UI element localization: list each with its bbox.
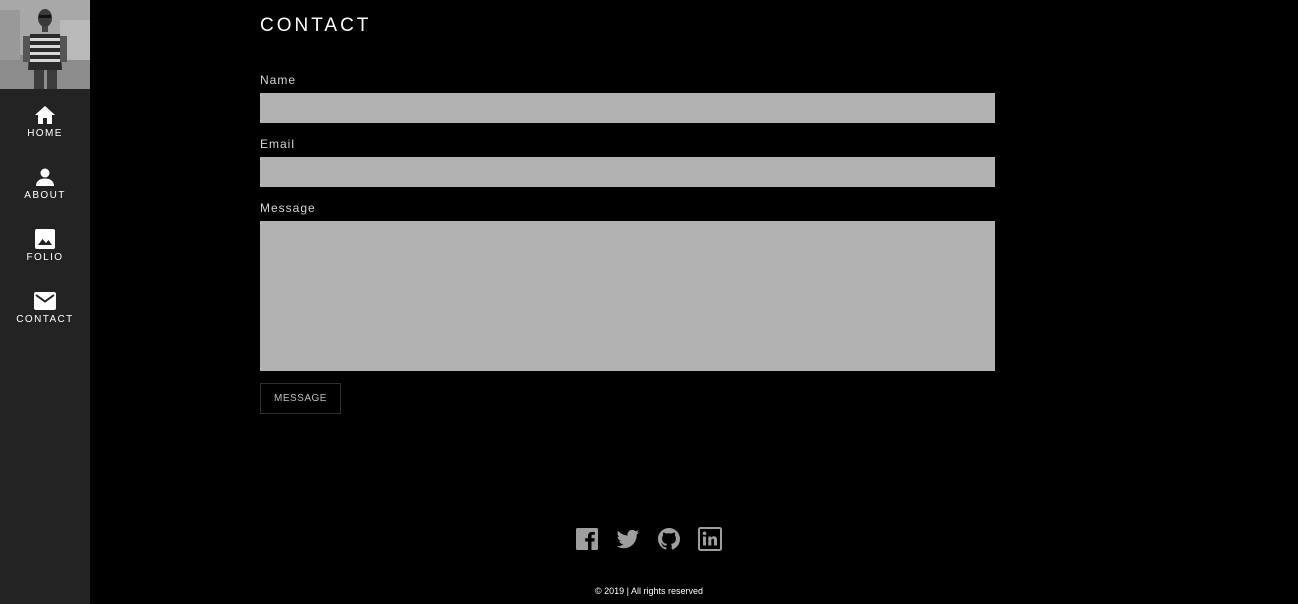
facebook-link[interactable]: [575, 527, 599, 551]
social-links: [575, 527, 722, 551]
image-icon: [35, 229, 55, 249]
name-input[interactable]: [260, 93, 995, 123]
nav-about[interactable]: ABOUT: [0, 165, 90, 201]
github-link[interactable]: [657, 527, 681, 551]
nav-home[interactable]: HOME: [0, 103, 90, 139]
email-label: Email: [260, 137, 296, 151]
message-textarea[interactable]: [260, 221, 995, 371]
message-label: Message: [260, 201, 316, 215]
avatar-photo: [0, 0, 90, 89]
facebook-icon: [576, 528, 598, 550]
twitter-link[interactable]: [616, 527, 640, 551]
nav-contact[interactable]: CONTACT: [0, 289, 90, 325]
sidebar: HOME ABOUT FOLIO CONTACT: [0, 0, 90, 604]
nav-folio[interactable]: FOLIO: [0, 227, 90, 263]
github-icon: [658, 528, 680, 550]
nav-contact-label: CONTACT: [16, 314, 74, 325]
avatar: [0, 0, 90, 89]
email-input[interactable]: [260, 157, 995, 187]
copyright-text: © 2019 | All rights reserved: [594, 586, 704, 596]
nav-about-label: ABOUT: [24, 190, 66, 201]
home-icon: [35, 106, 55, 124]
name-label: Name: [260, 73, 297, 87]
nav-folio-label: FOLIO: [26, 252, 64, 263]
page-title: CONTACT: [260, 15, 372, 36]
submit-button[interactable]: MESSAGE: [260, 383, 341, 414]
twitter-icon: [616, 529, 639, 549]
linkedin-icon: [698, 527, 722, 551]
nav-home-label: HOME: [27, 128, 63, 139]
linkedin-link[interactable]: [698, 527, 722, 551]
person-icon: [36, 168, 54, 186]
mail-icon: [34, 292, 56, 310]
